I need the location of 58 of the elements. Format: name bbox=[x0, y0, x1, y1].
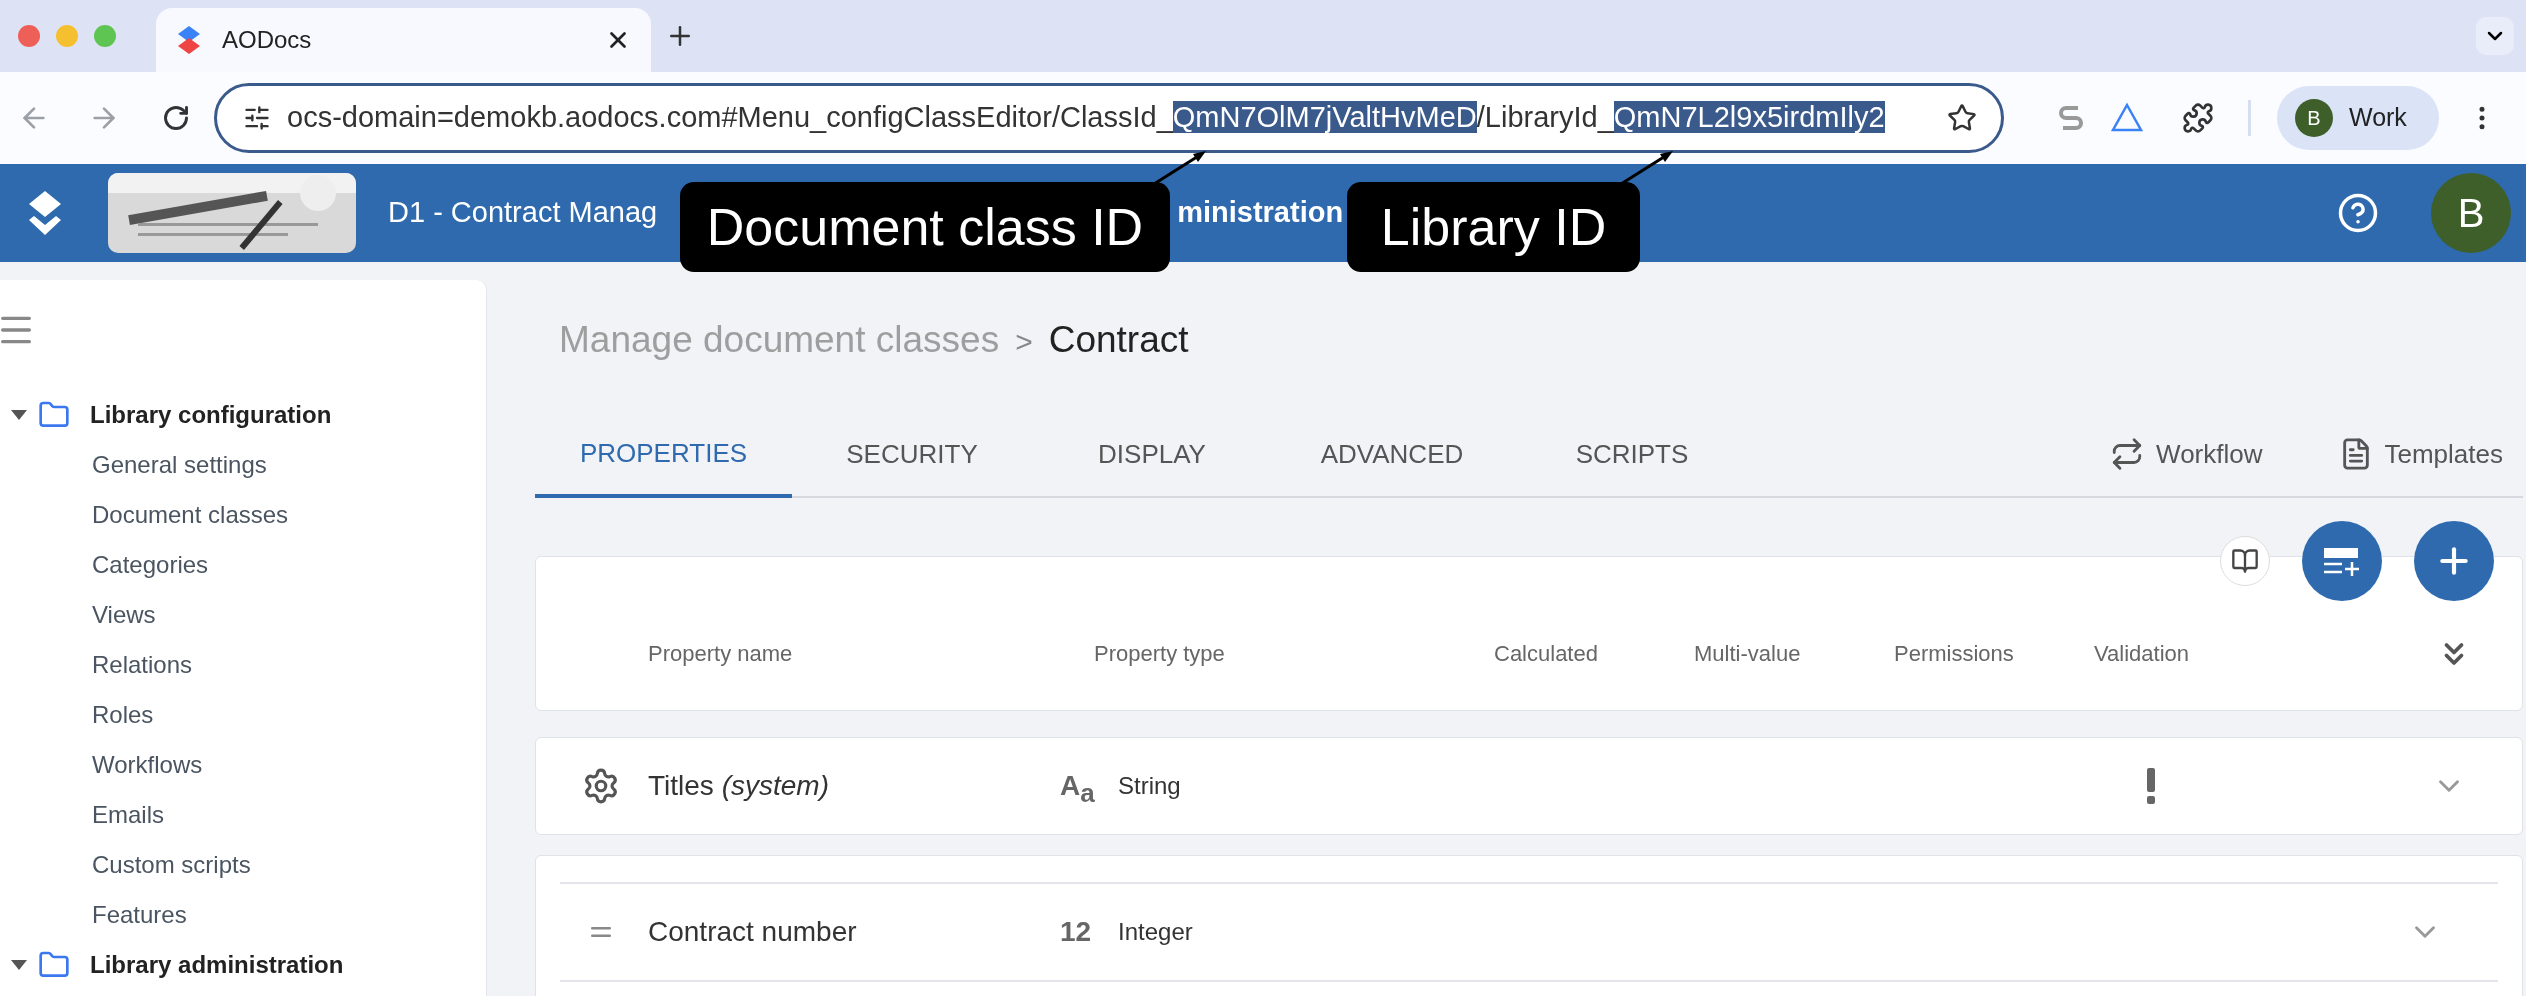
profile-avatar: B bbox=[2295, 99, 2333, 137]
app-title: D1 - Contract Manag bbox=[388, 195, 658, 231]
callout-label: Document class ID bbox=[680, 182, 1170, 272]
sidebar-item[interactable]: Workflows bbox=[92, 740, 203, 790]
sidebar-group[interactable]: Library configuration bbox=[90, 397, 332, 433]
column-header: Multi-value bbox=[1694, 640, 1802, 668]
tab[interactable]: PROPERTIES bbox=[535, 412, 792, 498]
column-header: Property type bbox=[1094, 640, 1226, 668]
property-name: Contract number bbox=[648, 915, 858, 949]
help-icon[interactable] bbox=[2337, 192, 2379, 234]
property-row[interactable]: Contract number 12 Integer bbox=[560, 882, 2498, 982]
tab[interactable]: DISPLAY bbox=[1032, 412, 1272, 496]
column-header: Permissions bbox=[1894, 640, 2015, 668]
expand-caret-icon[interactable] bbox=[10, 409, 28, 421]
add-row-icon bbox=[2322, 546, 2362, 576]
user-avatar[interactable]: B bbox=[2431, 173, 2511, 253]
reload-icon[interactable] bbox=[162, 104, 190, 132]
property-type: Integer bbox=[1118, 917, 1194, 947]
profile-button[interactable]: B Work bbox=[2277, 86, 2439, 150]
property-type: String bbox=[1118, 771, 1182, 801]
templates-button[interactable]: Templates bbox=[2338, 434, 2503, 474]
book-icon bbox=[2231, 547, 2259, 575]
site-settings-icon[interactable] bbox=[243, 104, 271, 132]
sidebar-item[interactable]: Emails bbox=[92, 790, 164, 840]
breadcrumb-current: Contract bbox=[1048, 318, 1189, 362]
profile-label: Work bbox=[2349, 102, 2407, 134]
sidebar-item[interactable]: Custom scripts bbox=[92, 840, 251, 890]
sidebar-item[interactable]: Categories bbox=[92, 540, 209, 590]
triangle-extension-icon[interactable] bbox=[2110, 102, 2144, 134]
app-title-end: ministration bbox=[1177, 195, 1344, 231]
sidebar-group[interactable]: Library administration bbox=[90, 947, 344, 983]
breadcrumb-separator: > bbox=[1015, 324, 1033, 360]
sidebar-item[interactable]: Views bbox=[92, 590, 156, 640]
bookmark-star-icon[interactable] bbox=[1947, 103, 1977, 133]
app-logo-icon bbox=[28, 190, 62, 236]
column-header: Property name bbox=[648, 640, 794, 668]
tab[interactable]: SECURITY bbox=[792, 412, 1032, 496]
app-logo-icon bbox=[176, 25, 202, 55]
callout-label: Library ID bbox=[1347, 182, 1640, 272]
expand-caret-icon[interactable] bbox=[10, 959, 28, 971]
property-name: Titles (system) bbox=[648, 769, 830, 803]
tab-list-button[interactable] bbox=[2476, 17, 2514, 55]
tab[interactable]: SCRIPTS bbox=[1512, 412, 1752, 496]
sidebar-item[interactable]: Relations bbox=[92, 640, 193, 690]
extensions-icon[interactable] bbox=[2182, 102, 2214, 134]
column-header: Validation bbox=[2094, 640, 2190, 668]
tab[interactable]: ADVANCED bbox=[1272, 412, 1512, 496]
sidebar-item[interactable]: Roles bbox=[92, 690, 154, 740]
browser-tab[interactable]: AODocs bbox=[156, 8, 651, 72]
column-header: Calculated bbox=[1494, 640, 1599, 668]
type-icon: 12 bbox=[1060, 911, 1118, 953]
gear-icon bbox=[582, 767, 620, 805]
guide-button[interactable] bbox=[2220, 536, 2270, 586]
sidebar-item[interactable]: General settings bbox=[92, 440, 267, 490]
sidebar-item[interactable]: Document classes bbox=[92, 490, 289, 540]
sidebar-item[interactable]: Features bbox=[92, 890, 187, 940]
workflow-button[interactable]: Workflow bbox=[2110, 434, 2263, 474]
tab-title: AODocs bbox=[222, 25, 313, 55]
